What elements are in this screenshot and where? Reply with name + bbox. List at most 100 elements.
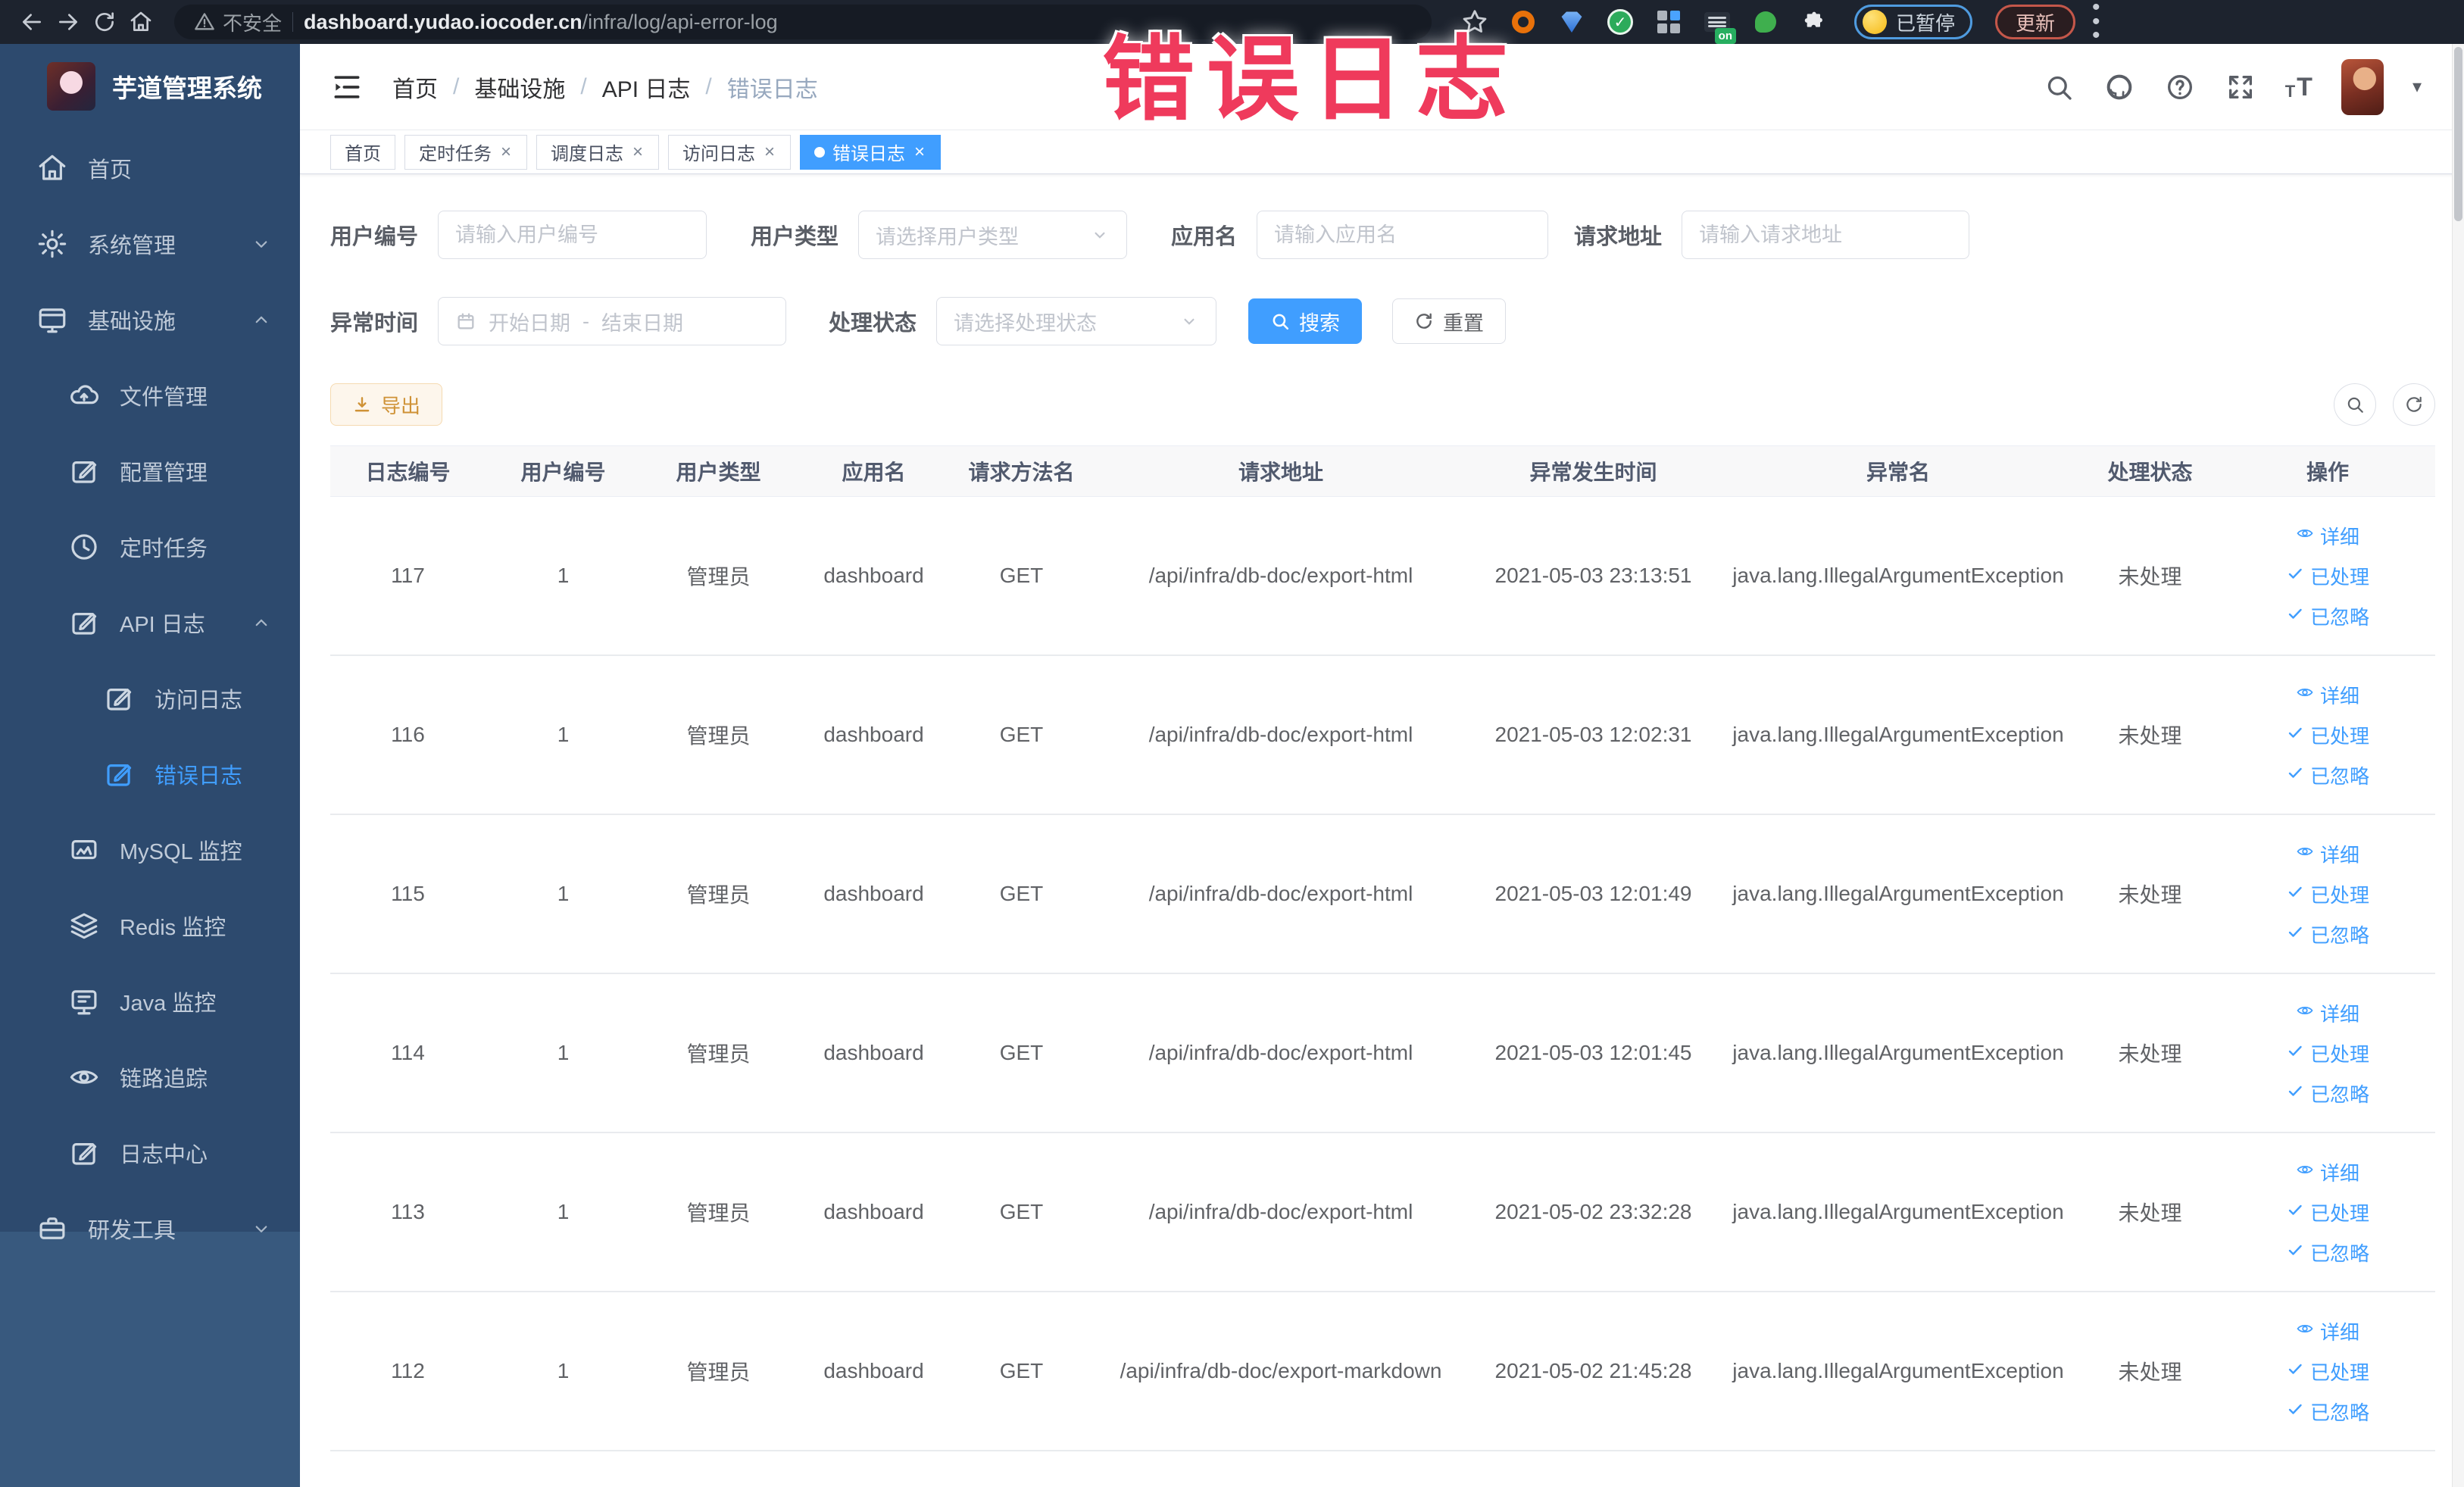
sidebar-item-system-mgmt[interactable]: 系统管理 (0, 206, 300, 282)
ext-grid-icon[interactable] (1654, 8, 1683, 36)
sidebar-item-java-monitor[interactable]: Java 监控 (0, 964, 300, 1039)
search-icon[interactable] (2043, 71, 2075, 103)
breadcrumb-infra[interactable]: 基础设施 (474, 70, 565, 104)
mark-ignored-link[interactable]: 已忽略 (2286, 1398, 2369, 1426)
profile-paused-pill[interactable]: 已暂停 (1854, 5, 1973, 39)
ext-green-check-icon[interactable]: ✓ (1606, 8, 1635, 36)
mark-ignored-link[interactable]: 已忽略 (2286, 602, 2369, 630)
sidebar-logo[interactable]: 芋道管理系统 (0, 44, 300, 130)
refresh-table-button[interactable] (2393, 383, 2435, 426)
close-icon[interactable]: × (913, 142, 926, 161)
sidebar-item-access-log[interactable]: 访问日志 (0, 661, 300, 736)
tab-error-log[interactable]: 错误日志 × (800, 134, 942, 170)
date-range-picker[interactable]: 开始日期 - 结束日期 (438, 297, 787, 345)
request-url-input-wrap (1682, 211, 1970, 259)
detail-link[interactable]: 详细 (2296, 681, 2359, 709)
eye-icon (2296, 683, 2314, 707)
mark-processed-link[interactable]: 已处理 (2286, 1198, 2369, 1226)
check-icon (2286, 1360, 2304, 1383)
sidebar-item-redis-monitor[interactable]: Redis 监控 (0, 888, 300, 964)
scrollbar-thumb[interactable] (2454, 47, 2462, 221)
user-id-input[interactable] (455, 223, 690, 247)
user-type-placeholder: 请选择用户类型 (876, 225, 1020, 248)
breadcrumb-api-log[interactable]: API 日志 (602, 70, 691, 104)
sidebar-item-api-log[interactable]: API 日志 (0, 585, 300, 661)
close-icon[interactable]: × (763, 142, 776, 161)
detail-link[interactable]: 详细 (2296, 1317, 2359, 1345)
security-warning[interactable]: 不安全 (194, 8, 282, 36)
sidebar-item-scheduled-jobs[interactable]: 定时任务 (0, 509, 300, 585)
mark-processed-link[interactable]: 已处理 (2286, 562, 2369, 590)
sidebar-item-home[interactable]: 首页 (0, 130, 300, 206)
request-url-input[interactable] (1699, 223, 1953, 247)
detail-link[interactable]: 详细 (2296, 840, 2359, 868)
font-size-icon[interactable]: TT (2285, 74, 2313, 100)
user-type-select[interactable]: 请选择用户类型 (858, 211, 1128, 259)
browser-forward-icon[interactable] (53, 7, 83, 37)
avatar[interactable] (2341, 58, 2384, 115)
scrollbar[interactable] (2452, 44, 2464, 1487)
reset-button[interactable]: 重置 (1392, 298, 1507, 344)
mark-processed-link[interactable]: 已处理 (2286, 721, 2369, 749)
process-status-select[interactable]: 请选择处理状态 (936, 297, 1217, 345)
mark-ignored-link[interactable]: 已忽略 (2286, 1239, 2369, 1267)
sidebar-item-trace[interactable]: 链路追踪 (0, 1039, 300, 1115)
search-button[interactable]: 搜索 (1248, 298, 1363, 344)
browser-menu-icon[interactable]: • • • (2092, 0, 2100, 47)
detail-link[interactable]: 详细 (2296, 522, 2359, 550)
table-cell: java.lang.IllegalArgumentException (1732, 1200, 2064, 1223)
mark-processed-link[interactable]: 已处理 (2286, 1039, 2369, 1067)
close-icon[interactable]: × (631, 142, 645, 161)
sidebar-item-mysql-monitor[interactable]: MySQL 监控 (0, 812, 300, 888)
ext-list-icon[interactable]: on (1703, 8, 1736, 44)
tab-scheduled-jobs[interactable]: 定时任务 × (404, 134, 528, 170)
ext-leaf-icon[interactable] (1751, 8, 1780, 36)
tab-home[interactable]: 首页 (330, 134, 395, 170)
mark-ignored-link[interactable]: 已忽略 (2286, 920, 2369, 948)
table-cell: 管理员 (686, 724, 751, 748)
browser-home-icon[interactable] (126, 7, 156, 37)
user-menu-caret-icon[interactable]: ▾ (2412, 76, 2422, 98)
mark-processed-link[interactable]: 已处理 (2286, 880, 2369, 908)
sidebar-item-file-mgmt[interactable]: 文件管理 (0, 358, 300, 433)
extensions-puzzle-icon[interactable] (1800, 8, 1828, 36)
table-cell: /api/infra/db-doc/export-html (1148, 882, 1413, 905)
sidebar-item-error-log[interactable]: 错误日志 (0, 736, 300, 812)
detail-link[interactable]: 详细 (2296, 999, 2359, 1027)
github-icon[interactable] (2103, 71, 2135, 103)
sidebar-item-log-center[interactable]: 日志中心 (0, 1115, 300, 1191)
breadcrumb-home[interactable]: 首页 (392, 70, 438, 104)
app-name-input[interactable] (1274, 223, 1532, 247)
table-cell: /api/infra/db-doc/export-markdown (1120, 1359, 1442, 1382)
close-icon[interactable]: × (499, 142, 513, 161)
sidebar-item-config-mgmt[interactable]: 配置管理 (0, 433, 300, 509)
chevron-down-icon (250, 1217, 273, 1240)
tab-access-log[interactable]: 访问日志 × (668, 134, 792, 170)
browser-reload-icon[interactable] (89, 7, 120, 37)
eye-icon (2296, 1161, 2314, 1184)
mark-ignored-link[interactable]: 已忽略 (2286, 761, 2369, 789)
browser-update-button[interactable]: 更新 (1995, 5, 2076, 39)
toggle-search-button[interactable] (2334, 383, 2376, 426)
collapse-sidebar-icon[interactable] (330, 70, 364, 104)
column-header: 异常发生时间 (1529, 461, 1657, 484)
ext-blue-shield-icon[interactable] (1557, 8, 1586, 36)
detail-link[interactable]: 详细 (2296, 1158, 2359, 1186)
mark-ignored-link[interactable]: 已忽略 (2286, 1079, 2369, 1107)
sidebar-item-infra[interactable]: 基础设施 (0, 282, 300, 358)
help-icon[interactable] (2164, 71, 2196, 103)
app-name-input-wrap (1257, 211, 1549, 259)
fullscreen-icon[interactable] (2225, 71, 2256, 103)
mark-processed-link[interactable]: 已处理 (2286, 1357, 2369, 1385)
sidebar-item-dev-tools[interactable]: 研发工具 (0, 1191, 300, 1267)
edit-icon (68, 607, 100, 639)
table-cell: 115 (391, 882, 425, 905)
clock-icon (68, 531, 100, 563)
table-cell: java.lang.IllegalArgumentException (1732, 1041, 2064, 1064)
export-button[interactable]: 导出 (330, 383, 443, 426)
edit-icon (68, 1137, 100, 1169)
tab-schedule-log[interactable]: 调度日志 × (536, 134, 660, 170)
reset-button-label: 重置 (1443, 311, 1485, 335)
browser-back-icon[interactable] (17, 7, 47, 37)
date-start-placeholder: 开始日期 (489, 311, 571, 335)
